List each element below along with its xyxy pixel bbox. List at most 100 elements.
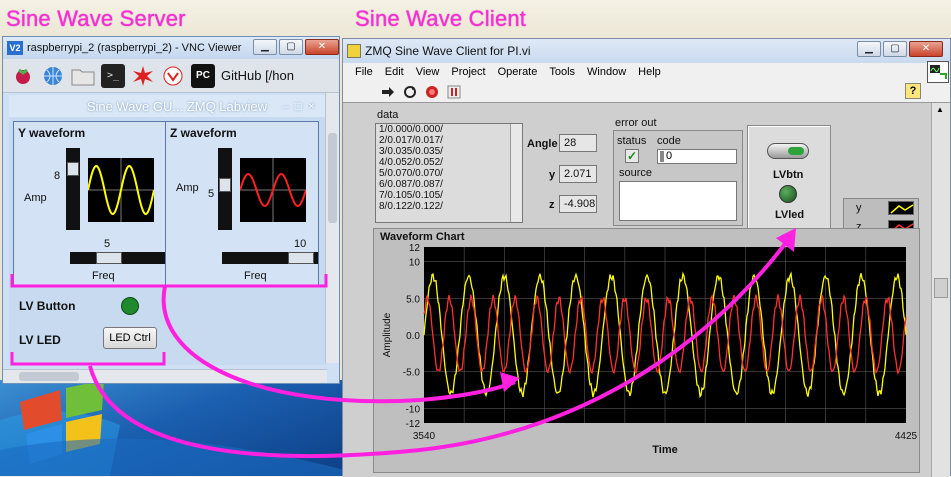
data-list[interactable]: 1/0.000/0.000/ 2/0.017/0.017/ 3/0.035/0.… — [375, 123, 523, 223]
context-help-button[interactable]: ? — [905, 83, 921, 99]
chart-plot: 12 10 5.0 0.0 -5.0 -10 -123540 4425 Time Amplitud… — [382, 243, 918, 456]
run-continuously-icon[interactable] — [401, 84, 419, 100]
vnc-hscroll-thumb[interactable] — [19, 372, 79, 381]
globe-icon[interactable] — [41, 64, 65, 88]
y-freq-value: 5 — [104, 238, 111, 250]
lvbtn-button[interactable] — [767, 143, 809, 159]
lvbtn-label: LVbtn — [773, 169, 804, 181]
pycharm-icon[interactable]: PC — [191, 63, 215, 88]
lv-menubar: File Edit View Project Operate Tools Win… — [343, 63, 950, 81]
lv-led-label: LV LED — [19, 333, 61, 347]
vnc-vscroll-thumb[interactable] — [328, 133, 337, 223]
y-amp-slider[interactable] — [66, 148, 80, 230]
lvled-label: LVled — [775, 209, 805, 221]
list-item: 6/0.087/0.087/ — [379, 179, 443, 190]
labview-app-titlebar: Sine Wave GU... ZMQ Labview –□× — [9, 95, 327, 117]
y-tick-label: 12 — [409, 243, 421, 254]
z-indicator: -4.908 — [559, 195, 597, 213]
z-freq-value: 10 — [294, 238, 307, 250]
vnc-horizontal-scrollbar[interactable] — [3, 369, 327, 383]
y-waveform-panel: Y waveform Amp 8 5 Freq — [13, 121, 167, 287]
menu-window[interactable]: Window — [587, 66, 626, 78]
list-item: 4/0.052/0.052/ — [379, 157, 443, 168]
y-freq-label: Freq — [92, 270, 115, 282]
z-freq-label: Freq — [244, 270, 267, 282]
y-amp-value: 8 — [54, 170, 61, 182]
menu-file[interactable]: File — [355, 66, 373, 78]
vnc-vertical-scrollbar[interactable] — [325, 93, 339, 363]
z-freq-slider[interactable] — [222, 252, 318, 264]
lv-button-label: LV Button — [19, 299, 76, 313]
raspberry-icon[interactable] — [11, 64, 35, 88]
close-button[interactable]: ✕ — [305, 39, 339, 55]
y-waveform-title: Y waveform — [18, 126, 86, 140]
x-tick-label: 3540 — [413, 431, 436, 442]
status-label: status — [617, 135, 647, 147]
y-freq-slider-thumb[interactable] — [96, 252, 122, 264]
legend-y-swatch — [888, 201, 914, 215]
z-freq-slider-thumb[interactable] — [288, 252, 314, 264]
y-tick-label: 5.0 — [406, 294, 420, 305]
data-list-scrollbar[interactable] — [510, 124, 522, 222]
menu-operate[interactable]: Operate — [498, 66, 538, 78]
app-title: Sine Wave GU... ZMQ Labview — [86, 98, 267, 114]
abort-icon[interactable] — [423, 84, 441, 100]
y-amp-slider-thumb[interactable] — [67, 162, 79, 176]
lv-maximize-button[interactable]: ▢ — [883, 41, 907, 57]
windows-logo-icon — [0, 380, 345, 476]
source-indicator — [619, 181, 737, 221]
folder-icon[interactable] — [71, 64, 95, 88]
lv-scroll-thumb[interactable] — [934, 278, 948, 298]
terminal-icon[interactable]: >_ — [101, 63, 125, 88]
code-value: 0 — [666, 150, 673, 162]
lv-minimize-button[interactable]: ▁ — [857, 41, 881, 57]
angle-label: Angle — [527, 138, 558, 150]
lv-window-controls: ▁ ▢ ✕ — [857, 41, 943, 57]
z-amp-label: Amp — [176, 182, 199, 194]
z-amp-slider-thumb[interactable] — [219, 178, 231, 192]
z-waveform-title: Z waveform — [170, 126, 237, 140]
desktop-background — [0, 380, 345, 476]
y-tick-label: -5.0 — [403, 368, 421, 379]
lv-scroll-up-icon[interactable]: ▲ — [936, 105, 944, 114]
lv-app-icon — [347, 44, 361, 58]
x-tick-label: 4425 — [895, 431, 918, 442]
github-tab[interactable]: GitHub [/hon — [221, 68, 294, 83]
list-item: 5/0.070/0.070/ — [379, 168, 443, 179]
lv-close-button[interactable]: ✕ — [909, 41, 943, 57]
list-item: 8/0.122/0.122/ — [379, 201, 443, 212]
lv-front-panel: data 1/0.000/0.000/ 2/0.017/0.017/ 3/0.0… — [343, 103, 933, 477]
list-item: 2/0.017/0.017/ — [379, 135, 443, 146]
pause-icon[interactable] — [445, 84, 463, 100]
status-check-icon: ✓ — [625, 149, 639, 163]
code-prefix-icon — [660, 150, 664, 162]
lv-toolbar: ? — [343, 61, 950, 103]
menu-edit[interactable]: Edit — [385, 66, 404, 78]
y-tick-label: 0.0 — [406, 331, 420, 342]
menu-project[interactable]: Project — [451, 66, 485, 78]
list-item: 7/0.105/0.105/ — [379, 190, 443, 201]
y-label: y — [549, 169, 556, 181]
led-ctrl-button[interactable]: LED Ctrl — [103, 327, 157, 349]
labview-client-window: ZMQ Sine Wave Client for PI.vi ▁ ▢ ✕ Fil… — [342, 38, 951, 477]
run-arrow-icon[interactable] — [379, 84, 397, 100]
menu-help[interactable]: Help — [638, 66, 661, 78]
code-indicator: 0 — [657, 149, 737, 164]
x-axis-label: Time — [652, 444, 677, 456]
wolfram-icon[interactable] — [161, 64, 185, 88]
lv-vertical-scrollbar[interactable]: ▲ — [931, 103, 950, 477]
lv-button-indicator[interactable] — [121, 297, 139, 315]
z-waveform-panel: Z waveform Amp 5 10 Freq — [165, 121, 319, 287]
minimize-button[interactable]: ▁ — [253, 39, 277, 55]
waveform-chart: Waveform Chart 12 10 5.0 0.0 -5.0 -10 -12 3540 4… — [373, 228, 920, 473]
burst-icon[interactable] — [131, 64, 155, 88]
y-freq-slider[interactable] — [70, 252, 166, 264]
vnc-window-controls: ▁ ▢ ✕ — [253, 39, 339, 55]
angle-indicator: 28 — [559, 134, 597, 152]
menu-tools[interactable]: Tools — [549, 66, 575, 78]
menu-view[interactable]: View — [416, 66, 440, 78]
maximize-button[interactable]: ▢ — [279, 39, 303, 55]
lv-window-title: ZMQ Sine Wave Client for PI.vi — [365, 44, 531, 58]
lvbtn-light-icon — [788, 147, 804, 155]
vnc-viewer-window: V2 raspberrypi_2 (raspberrypi_2) - VNC V… — [2, 36, 340, 384]
